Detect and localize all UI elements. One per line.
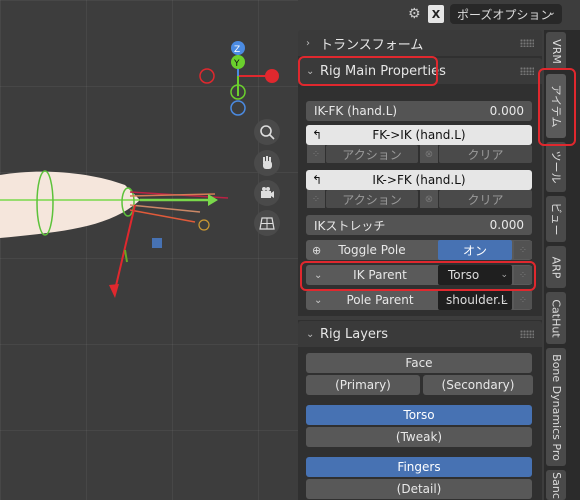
transform-panel-title: トランスフォーム xyxy=(320,37,424,53)
drag-grip-icon[interactable] xyxy=(520,330,534,338)
layer-face-label: Face xyxy=(405,356,433,370)
action-button[interactable]: アクション xyxy=(326,145,418,163)
clear-label: クリア xyxy=(467,192,504,207)
layer-torso-label: Torso xyxy=(403,408,435,422)
ik-to-fk-button[interactable]: ↰ IK->FK (hand.L) xyxy=(306,170,532,190)
chevron-down-icon: ⌄ xyxy=(547,7,556,18)
pole-parent-dropdown[interactable]: shoulder.L ⌄ xyxy=(438,290,512,310)
layer-secondary-button[interactable]: (Secondary) xyxy=(423,375,533,395)
action-button[interactable]: アクション xyxy=(326,190,418,208)
pose-options-label: ポーズオプション xyxy=(457,7,553,22)
gizmo-y-label: Y xyxy=(233,59,240,69)
layer-tweak-button[interactable]: (Tweak) xyxy=(306,427,532,447)
tab-cathut[interactable]: CatHut xyxy=(546,292,566,344)
layer-fingers-label: Fingers xyxy=(397,460,441,474)
tab-tool[interactable]: ツール xyxy=(546,142,566,192)
tab-tool-label: ツール xyxy=(549,150,562,184)
tab-item-label: アイテム xyxy=(549,84,562,128)
clear-label: クリア xyxy=(467,147,504,162)
ik-parent-label: IK Parent xyxy=(353,268,407,282)
ik-fk-value: 0.000 xyxy=(489,104,524,118)
chevron-down-icon: ⌄ xyxy=(306,328,315,340)
fk-to-ik-button[interactable]: ↰ FK->IK (hand.L) xyxy=(306,125,532,145)
clear-button[interactable]: クリア xyxy=(439,190,532,208)
tab-sanc-label: Sanc xyxy=(549,471,563,499)
tab-view[interactable]: ビュー xyxy=(546,196,566,242)
layer-detail-button[interactable]: (Detail) xyxy=(306,479,532,499)
ik-stretch-label: IKストレッチ xyxy=(314,218,386,233)
rig-layers-panel-title: Rig Layers xyxy=(320,326,389,342)
perspective-grid-icon[interactable] xyxy=(254,210,280,236)
ik-stretch-slider[interactable]: IKストレッチ 0.000 xyxy=(306,215,532,235)
3d-viewport[interactable]: Z Y xyxy=(0,0,298,500)
pose-options-dropdown[interactable]: ポーズオプション ⌄ xyxy=(450,4,562,24)
action-icon: ⁘ xyxy=(307,145,325,163)
pole-arrow xyxy=(114,204,136,291)
ik-fk-label: IK-FK (hand.L) xyxy=(314,104,398,118)
action-icon: ⁘ xyxy=(307,190,325,208)
tab-bone-dynamics-pro[interactable]: Bone Dynamics Pro xyxy=(546,348,566,466)
zoom-icon[interactable] xyxy=(254,119,280,145)
transform-pivot-icon[interactable]: ⚙ xyxy=(408,6,421,22)
tab-view-label: ビュー xyxy=(549,202,562,236)
tab-arp[interactable]: ARP xyxy=(546,246,566,288)
arm-mesh xyxy=(0,171,140,238)
camera-icon[interactable] xyxy=(254,180,280,206)
clear-icon: ⊗ xyxy=(420,145,438,163)
action-label: アクション xyxy=(342,147,402,162)
layer-fingers-button[interactable]: Fingers xyxy=(306,457,532,477)
chevron-down-icon: ⌄ xyxy=(500,295,508,305)
fk-to-ik-label: FK->IK (hand.L) xyxy=(372,128,466,142)
layer-tweak-label: (Tweak) xyxy=(395,430,443,444)
tab-bone-dynamics-pro-label: Bone Dynamics Pro xyxy=(549,353,563,461)
tab-vrm-label: VRM xyxy=(549,38,563,64)
rig-main-panel-title: Rig Main Properties xyxy=(320,63,446,79)
pole-parent-value: shoulder.L xyxy=(446,293,508,307)
toggle-pole-switch[interactable]: オン xyxy=(438,240,512,260)
chevron-down-icon: ⌄ xyxy=(500,270,508,280)
ik-to-fk-label: IK->FK (hand.L) xyxy=(372,173,466,187)
gizmo-x-axis xyxy=(265,69,279,83)
transform-panel-header[interactable]: › トランスフォーム xyxy=(298,30,542,56)
toggle-pole-value: オン xyxy=(462,243,487,258)
layer-secondary-label: (Secondary) xyxy=(441,378,515,392)
gizmo-z-label: Z xyxy=(234,45,240,55)
drag-grip-icon[interactable] xyxy=(520,39,534,47)
keyframe-icon[interactable]: ⁘ xyxy=(514,241,532,259)
layer-primary-button[interactable]: (Primary) xyxy=(306,375,420,395)
ik-parent-value: Torso xyxy=(448,268,480,282)
tab-item[interactable]: アイテム xyxy=(546,74,566,138)
rig-main-panel-header[interactable]: ⌄ Rig Main Properties xyxy=(298,58,542,84)
tab-sanc[interactable]: Sanc xyxy=(546,470,566,500)
layer-face-button[interactable]: Face xyxy=(306,353,532,373)
snap-icon: ↰ xyxy=(312,173,323,187)
tab-vrm[interactable]: VRM xyxy=(546,32,566,70)
keyframe-icon[interactable]: ⁘ xyxy=(514,291,532,309)
ik-parent-dropdown[interactable]: Torso ⌄ xyxy=(438,265,512,285)
clear-button[interactable]: クリア xyxy=(439,145,532,163)
pole-parent-label: Pole Parent xyxy=(346,293,414,307)
ik-stretch-value: 0.000 xyxy=(489,218,524,232)
keyframe-icon[interactable]: ⁘ xyxy=(514,266,532,284)
drag-grip-icon[interactable] xyxy=(520,67,534,75)
hand-pan-icon[interactable] xyxy=(254,150,280,176)
rig-layers-panel-header[interactable]: ⌄ Rig Layers xyxy=(298,321,542,347)
layer-detail-label: (Detail) xyxy=(396,482,442,496)
chevron-right-icon: › xyxy=(306,37,310,49)
ik-fk-slider[interactable]: IK-FK (hand.L) 0.000 xyxy=(306,101,532,121)
clear-icon: ⊗ xyxy=(420,190,438,208)
tab-cathut-label: CatHut xyxy=(549,298,563,338)
action-label: アクション xyxy=(342,192,402,207)
layer-primary-label: (Primary) xyxy=(335,378,391,392)
chevron-down-icon: ⌄ xyxy=(306,65,315,77)
x-mirror-button[interactable]: X xyxy=(428,5,444,23)
snap-icon: ↰ xyxy=(312,128,323,142)
viewport-scene: Z Y xyxy=(0,41,279,298)
layer-torso-button[interactable]: Torso xyxy=(306,405,532,425)
toggle-pole-label: Toggle Pole xyxy=(338,243,406,257)
tab-arp-label: ARP xyxy=(549,256,563,278)
blue-marker xyxy=(152,238,162,248)
